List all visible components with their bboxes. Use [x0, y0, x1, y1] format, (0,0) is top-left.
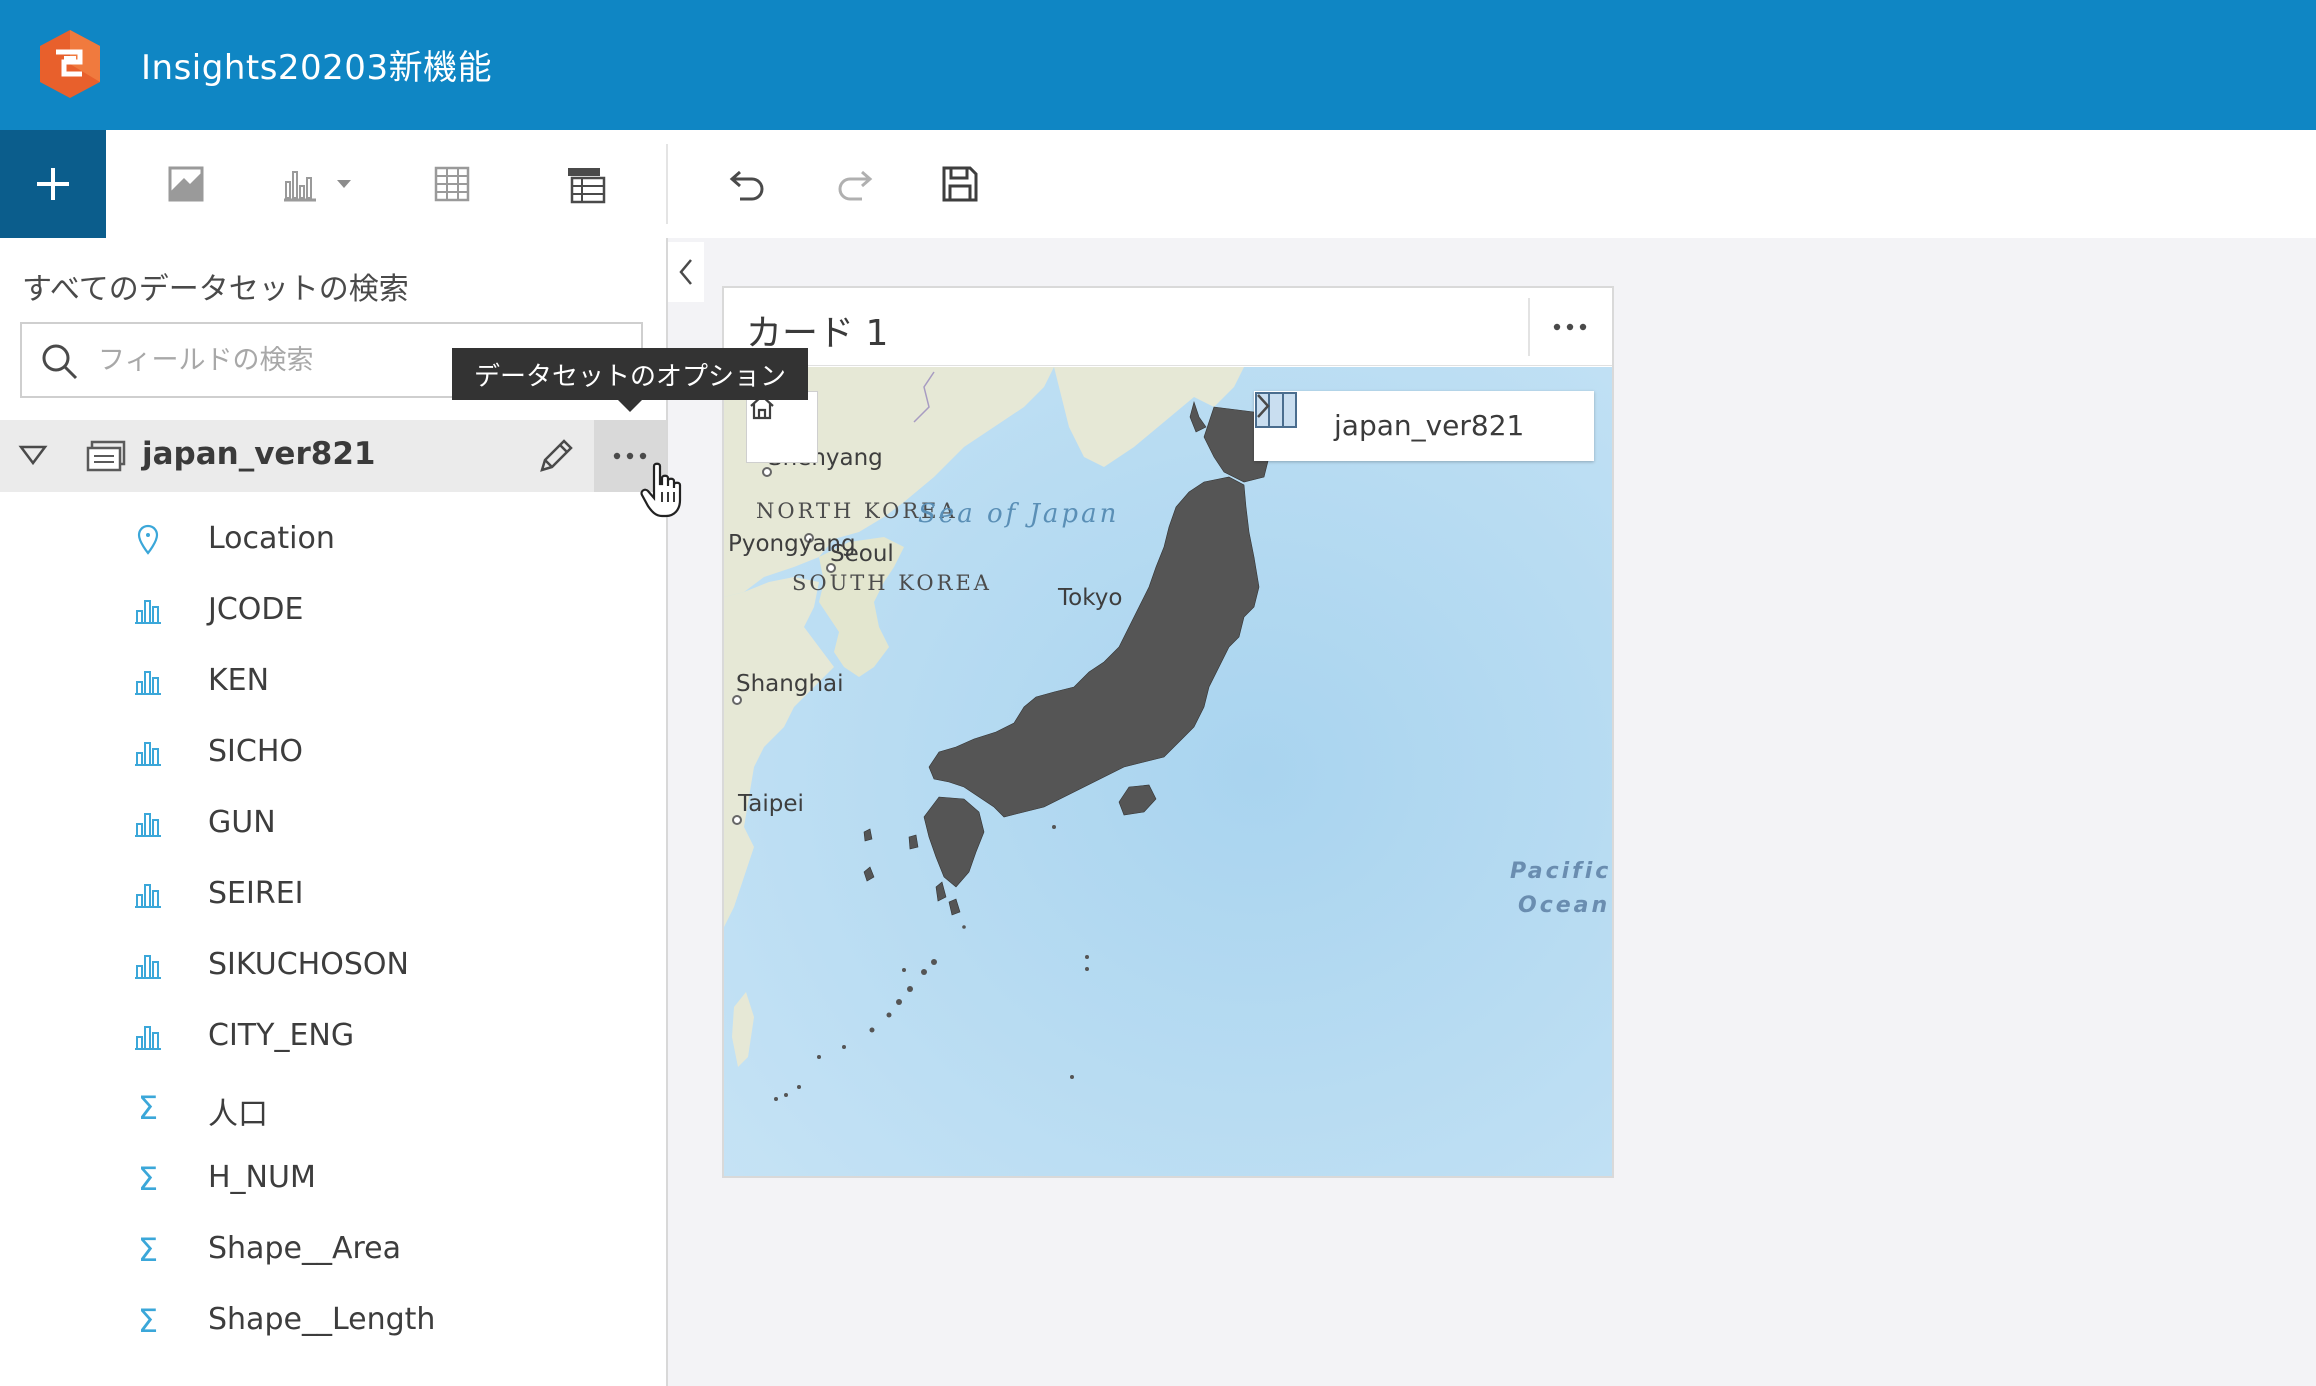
map-button[interactable]: [158, 156, 214, 212]
field-label: CITY_ENG: [208, 1018, 355, 1053]
field-label: KEN: [208, 663, 270, 698]
field-label: 人口: [208, 1097, 268, 1132]
map-view[interactable]: Shenyang NORTH KOREA Sea of Japan Pyongy…: [724, 367, 1612, 1176]
field-label: JCODE: [208, 592, 304, 627]
field-label: SEIREI: [208, 876, 304, 911]
save-icon: [942, 166, 978, 202]
collapse-panel-button[interactable]: [668, 242, 704, 302]
field-item[interactable]: CITY_ENG: [0, 1001, 666, 1072]
map-label-ocean: Ocean: [1518, 893, 1611, 918]
basemap: [724, 367, 1612, 1176]
redo-icon: [838, 170, 873, 201]
field-item[interactable]: Σ Shape__Length: [0, 1285, 666, 1356]
map-home-button[interactable]: [746, 391, 818, 463]
string-field-icon: [132, 737, 164, 769]
string-field-icon: [132, 666, 164, 698]
string-field-icon: [132, 950, 164, 982]
field-label: Location: [208, 521, 335, 556]
field-item[interactable]: JCODE: [0, 575, 666, 646]
app-header: Insights20203新機能: [0, 0, 2316, 130]
toolbar-divider: [666, 144, 668, 224]
map-label-south-korea: SOUTH KOREA: [792, 571, 992, 595]
chevron-left-icon: [679, 259, 692, 285]
sigma-icon: Σ: [137, 1231, 159, 1269]
field-item[interactable]: KEN: [0, 646, 666, 717]
dataset-name[interactable]: japan_ver821: [142, 436, 375, 472]
map-icon: [168, 166, 204, 202]
layer-name: japan_ver821: [1334, 409, 1525, 442]
dataset-search-heading: すべてのデータセットの検索: [22, 272, 409, 307]
field-search-input[interactable]: [98, 336, 458, 384]
table-icon: [434, 166, 470, 202]
field-item[interactable]: Location: [0, 504, 666, 575]
field-label: SIKUCHOSON: [208, 947, 409, 982]
chart-dropdown-button[interactable]: [328, 156, 360, 212]
tooltip-arrow: [618, 400, 642, 412]
sigma-icon: Σ: [137, 1089, 159, 1127]
field-label: Shape__Area: [208, 1231, 401, 1266]
card-options-button[interactable]: [1538, 298, 1602, 356]
caret-down-icon: [337, 180, 351, 188]
summary-table-button[interactable]: [558, 156, 614, 212]
hand-cursor-icon: [640, 462, 682, 518]
ellipsis-icon: [613, 452, 647, 460]
ellipsis-icon: [1553, 323, 1587, 331]
sigma-icon: Σ: [137, 1302, 159, 1340]
add-button[interactable]: [0, 130, 106, 238]
map-label-shanghai: Shanghai: [736, 671, 844, 697]
table-button[interactable]: [424, 156, 480, 212]
string-field-icon: [132, 1021, 164, 1053]
undo-icon: [729, 170, 764, 201]
field-label: GUN: [208, 805, 276, 840]
map-card[interactable]: カード 1 Shenyang NORTH KOREA Sea of Japan …: [722, 286, 1614, 1178]
location-pin-icon: [132, 524, 164, 556]
dataset-options-tooltip: データセットのオプション: [452, 348, 808, 400]
field-label: Shape__Length: [208, 1302, 436, 1337]
redo-button[interactable]: [826, 156, 882, 212]
map-label-seoul: Seoul: [830, 541, 894, 567]
layer-legend-button[interactable]: japan_ver821: [1254, 391, 1594, 461]
card-header: カード 1: [724, 288, 1612, 366]
field-item[interactable]: SEIREI: [0, 859, 666, 930]
chevron-right-icon: [1257, 394, 1270, 418]
undo-button[interactable]: [720, 156, 776, 212]
summary-table-icon: [568, 168, 606, 204]
field-item[interactable]: SICHO: [0, 717, 666, 788]
map-label-sea-of-japan: Sea of Japan: [918, 499, 1120, 529]
toolbar: [0, 130, 2316, 238]
chart-button[interactable]: [272, 156, 328, 212]
field-item[interactable]: GUN: [0, 788, 666, 859]
chart-icon: [284, 171, 316, 202]
collapse-triangle-icon[interactable]: [18, 444, 48, 466]
card-header-divider: [1528, 298, 1530, 356]
field-item[interactable]: SIKUCHOSON: [0, 930, 666, 1001]
string-field-icon: [132, 595, 164, 627]
plus-icon: [37, 168, 69, 200]
map-label-taipei: Taipei: [738, 791, 804, 817]
search-icon: [42, 344, 78, 380]
field-item[interactable]: Σ 人口: [0, 1072, 666, 1143]
field-label: SICHO: [208, 734, 304, 769]
string-field-icon: [132, 879, 164, 911]
sigma-icon: Σ: [137, 1160, 159, 1198]
insights-logo-icon[interactable]: [36, 28, 104, 100]
map-label-tokyo: Tokyo: [1058, 585, 1123, 611]
save-button[interactable]: [932, 156, 988, 212]
field-label: H_NUM: [208, 1160, 316, 1195]
app-title: Insights20203新機能: [141, 48, 493, 88]
field-list: Location JCODE KEN SICHO GUN SEIREI SIKU…: [0, 504, 666, 1356]
dataset-row[interactable]: japan_ver821: [0, 420, 666, 492]
panel-divider[interactable]: [666, 238, 668, 1386]
data-panel: すべてのデータセットの検索 japan_ver821: [0, 238, 666, 1386]
map-label-pacific: Pacific: [1510, 859, 1612, 884]
pencil-icon[interactable]: [536, 436, 576, 476]
string-field-icon: [132, 808, 164, 840]
field-item[interactable]: Σ Shape__Area: [0, 1214, 666, 1285]
field-item[interactable]: Σ H_NUM: [0, 1143, 666, 1214]
dataset-icon: [86, 440, 126, 472]
